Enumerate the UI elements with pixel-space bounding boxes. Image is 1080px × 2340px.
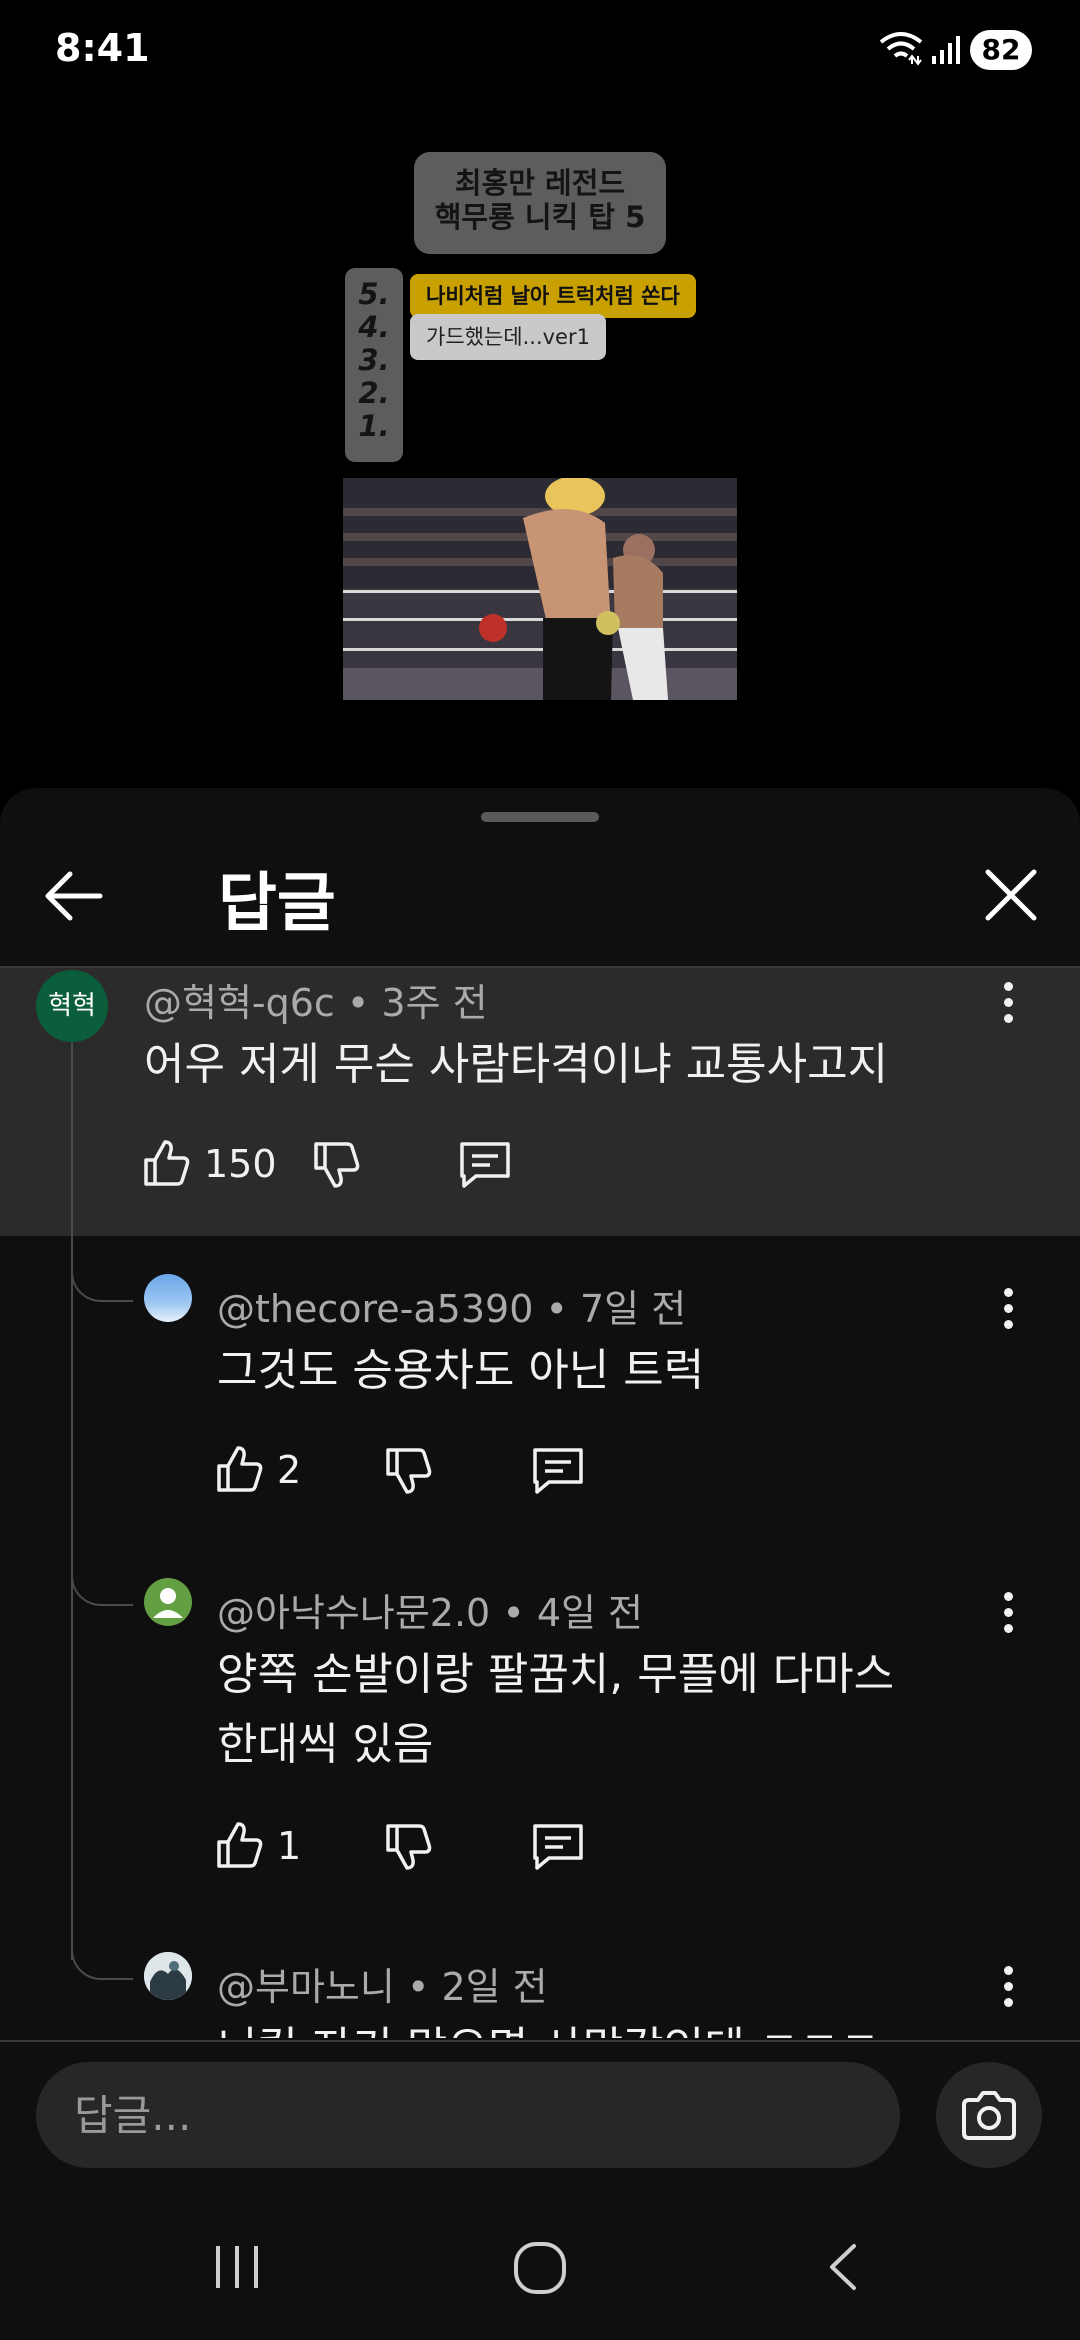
more-vert-icon[interactable] (998, 1586, 1018, 1640)
rank-2: 2. (358, 376, 390, 410)
rank-5-entry: 나비처럼 날아 트럭처럼 쏜다 (410, 274, 696, 318)
reply-meta: @부마노니 • 2일 전 (217, 1956, 548, 2011)
avatar[interactable]: 혁혁 (36, 970, 108, 1042)
title-card-line-2: 핵무룡 니킥 탑 5 (434, 200, 646, 234)
reply-icon[interactable] (531, 1446, 585, 1496)
home-icon[interactable] (512, 2240, 568, 2296)
title-card-line-1: 최홍만 레전드 (454, 166, 626, 200)
like-count: 1 (277, 1824, 302, 1868)
close-icon[interactable] (978, 862, 1044, 928)
reply-icon[interactable] (531, 1822, 585, 1872)
reply-time: 7일 전 (579, 1287, 687, 1331)
reply-text: 그것도 승용차도 아닌 트럭 (217, 1345, 705, 1396)
like-icon[interactable] (215, 1444, 265, 1494)
reply-input[interactable] (36, 2062, 900, 2168)
reply-icon[interactable] (458, 1140, 512, 1190)
rank-3: 3. (358, 343, 390, 377)
sheet-drag-handle[interactable] (481, 812, 599, 822)
comment-text: 어우 저게 무슨 사람타격이냐 교통사고지 (144, 1039, 889, 1090)
like-icon[interactable] (142, 1138, 192, 1188)
avatar-image (144, 1952, 192, 2000)
rank-list: 5. 4. 3. 2. 1. (345, 268, 403, 462)
meta-separator: • (346, 981, 382, 1025)
status-bar: 8:41 82 (0, 0, 1080, 100)
camera-button[interactable] (936, 2062, 1042, 2168)
signal-icon (932, 36, 960, 64)
battery-indicator: 82 (970, 30, 1032, 70)
reply-author[interactable]: @thecore-a5390 (217, 1287, 533, 1331)
reply-text: 양쪽 손발이랑 팔꿈치, 무플에 다마스 한대씩 있음 (217, 1640, 894, 1780)
more-vert-icon[interactable] (998, 1960, 1018, 2014)
reply-author[interactable]: @아낙수나문2.0 (217, 1591, 490, 1635)
like-count: 150 (204, 1142, 277, 1186)
back-arrow-icon[interactable] (40, 862, 108, 930)
input-divider (0, 2040, 1080, 2042)
camera-icon (962, 2091, 1016, 2140)
rank-4: 4. (358, 310, 390, 344)
system-back-icon[interactable] (820, 2242, 870, 2292)
person-icon (153, 1588, 183, 1618)
avatar[interactable] (144, 1578, 192, 1626)
avatar[interactable] (144, 1274, 192, 1322)
rank-1: 1. (358, 409, 390, 443)
comment-author[interactable]: @혁혁-q6c (144, 981, 335, 1025)
reply-text-line-2: 한대씩 있음 (217, 1719, 434, 1770)
wifi-icon (879, 32, 923, 66)
more-vert-icon[interactable] (998, 1282, 1018, 1336)
reply-author[interactable]: @부마노니 (217, 1965, 395, 2009)
comment-meta: @혁혁-q6c • 3주 전 (144, 972, 488, 1027)
reply-time: 2일 전 (441, 1965, 548, 2009)
meta-separator: • (545, 1287, 580, 1331)
video-title-card: 최홍만 레전드 핵무룡 니킥 탑 5 (414, 152, 666, 254)
dislike-icon[interactable] (384, 1822, 434, 1872)
reply-text: 니킥 자기 맞으면 사망각인데 ㅋㅋㅋ (217, 2014, 880, 2038)
dislike-icon[interactable] (384, 1446, 434, 1496)
like-count: 2 (277, 1448, 302, 1492)
meta-separator: • (406, 1965, 442, 2009)
comment-time: 3주 전 (381, 981, 488, 1025)
like-icon[interactable] (215, 1820, 265, 1870)
rank-5: 5. (358, 277, 390, 311)
reply-meta: @thecore-a5390 • 7일 전 (217, 1278, 686, 1333)
dislike-icon[interactable] (312, 1140, 362, 1190)
more-vert-icon[interactable] (998, 976, 1018, 1030)
reply-text-line-1: 양쪽 손발이랑 팔꿈치, 무플에 다마스 (217, 1649, 895, 1700)
recent-apps-icon[interactable] (212, 2242, 262, 2292)
thread-line (71, 1010, 73, 1960)
rank-4-entry: 가드했는데...ver1 (410, 314, 606, 360)
sheet-title: 답글 (218, 867, 336, 941)
avatar[interactable] (144, 1952, 192, 2000)
reply-meta: @아낙수나문2.0 • 4일 전 (217, 1582, 643, 1637)
system-nav-bar (0, 2200, 1080, 2340)
meta-separator: • (502, 1591, 537, 1635)
status-time: 8:41 (55, 26, 150, 70)
reply-time: 4일 전 (536, 1591, 644, 1635)
video-frame-image (343, 478, 737, 700)
